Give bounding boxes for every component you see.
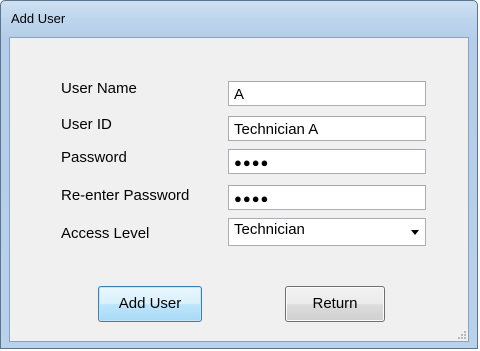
chevron-down-icon[interactable] bbox=[411, 230, 419, 235]
return-button[interactable]: Return bbox=[285, 286, 385, 322]
user-name-label: User Name bbox=[61, 80, 137, 97]
user-id-field[interactable]: Technician A bbox=[228, 116, 426, 141]
password-field[interactable]: ●●●● bbox=[228, 149, 426, 174]
password-label: Password bbox=[61, 149, 127, 166]
user-id-label: User ID bbox=[61, 116, 112, 133]
access-level-value: Technician bbox=[234, 221, 305, 238]
access-level-select[interactable]: Technician bbox=[228, 218, 426, 246]
reenter-password-label: Re-enter Password bbox=[61, 187, 190, 204]
resize-grip-icon[interactable] bbox=[456, 329, 466, 339]
add-user-window: Add User User Name A User ID Technician … bbox=[0, 0, 478, 349]
add-user-button[interactable]: Add User bbox=[98, 286, 202, 322]
access-level-label: Access Level bbox=[61, 225, 150, 242]
reenter-password-field[interactable]: ●●●● bbox=[228, 185, 426, 210]
title-bar[interactable]: Add User bbox=[1, 1, 477, 37]
window-title: Add User bbox=[11, 11, 66, 26]
dialog-body: User Name A User ID Technician A Passwor… bbox=[9, 37, 469, 342]
user-name-field[interactable]: A bbox=[228, 81, 426, 106]
